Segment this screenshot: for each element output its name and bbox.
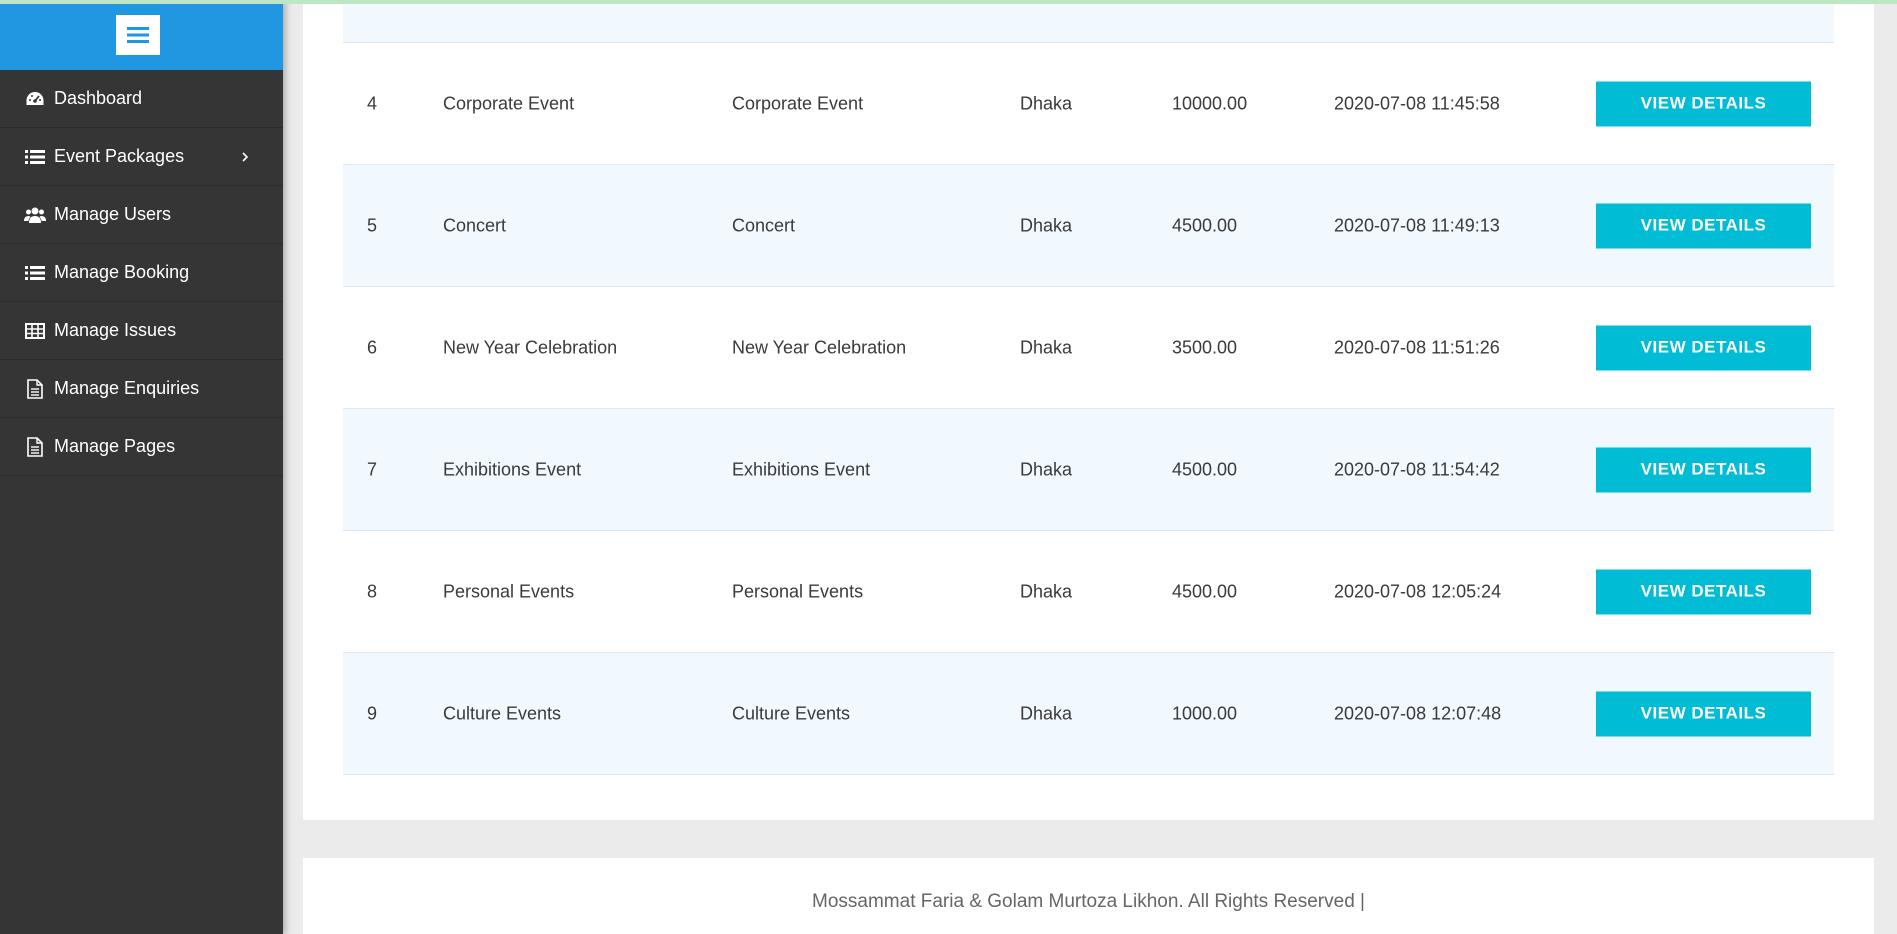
sidebar-header	[0, 0, 283, 70]
view-details-button[interactable]: VIEW DETAILS	[1596, 203, 1811, 248]
sidebar: Dashboard Event Packages Manage Users Ma…	[0, 0, 283, 934]
row-location: Dhaka	[1020, 337, 1073, 357]
hamburger-icon	[127, 27, 149, 43]
row-name: Corporate Event	[443, 93, 575, 113]
sidebar-item-manage-issues[interactable]: Manage Issues	[0, 302, 283, 360]
table-row: 8 Personal Events Personal Events Dhaka …	[343, 531, 1834, 653]
row-id: 5	[367, 215, 378, 235]
row-name: New Year Celebration	[443, 337, 618, 357]
row-description: Corporate Event	[732, 93, 864, 113]
sidebar-item-manage-pages[interactable]: Manage Pages	[0, 418, 283, 476]
packages-table: 4 Corporate Event Corporate Event Dhaka …	[343, 4, 1834, 775]
row-id: 9	[367, 703, 378, 723]
sidebar-item-label: Manage Issues	[54, 320, 177, 340]
table-row	[343, 4, 1834, 43]
row-id: 8	[367, 581, 378, 601]
footer-copyright: Mossammat Faria & Golam Murtoza Likhon. …	[812, 891, 1365, 912]
users-icon	[24, 204, 46, 226]
row-price: 4500.00	[1172, 215, 1238, 235]
row-location: Dhaka	[1020, 459, 1073, 479]
view-details-button[interactable]: VIEW DETAILS	[1596, 569, 1811, 614]
view-details-button[interactable]: VIEW DETAILS	[1596, 447, 1811, 492]
packages-panel: 4 Corporate Event Corporate Event Dhaka …	[303, 4, 1874, 820]
row-name: Exhibitions Event	[443, 459, 582, 479]
table-row: 5 Concert Concert Dhaka 4500.00 2020-07-…	[343, 165, 1834, 287]
row-price: 3500.00	[1172, 337, 1238, 357]
row-price: 1000.00	[1172, 703, 1238, 723]
row-description: New Year Celebration	[732, 337, 907, 357]
table-row: 4 Corporate Event Corporate Event Dhaka …	[343, 43, 1834, 165]
row-created: 2020-07-08 11:51:26	[1334, 337, 1500, 357]
sidebar-item-label: Manage Users	[54, 204, 172, 224]
row-description: Concert	[732, 215, 796, 235]
sidebar-item-label: Manage Booking	[54, 262, 190, 282]
row-description: Culture Events	[732, 703, 851, 723]
chevron-right-icon	[242, 151, 249, 162]
top-accent-line	[0, 0, 1897, 4]
row-created: 2020-07-08 12:05:24	[1334, 581, 1502, 601]
table-row: 6 New Year Celebration New Year Celebrat…	[343, 287, 1834, 409]
sidebar-item-manage-users[interactable]: Manage Users	[0, 186, 283, 244]
row-price: 10000.00	[1172, 93, 1248, 113]
sidebar-item-dashboard[interactable]: Dashboard	[0, 70, 283, 128]
sidebar-item-label: Event Packages	[54, 146, 185, 166]
sidebar-item-label: Manage Enquiries	[54, 378, 200, 398]
table-icon	[24, 320, 46, 342]
row-description: Personal Events	[732, 581, 864, 601]
sidebar-item-event-packages[interactable]: Event Packages	[0, 128, 283, 186]
table-row: 7 Exhibitions Event Exhibitions Event Dh…	[343, 409, 1834, 531]
menu-toggle-button[interactable]	[116, 15, 160, 55]
sidebar-item-label: Manage Pages	[54, 436, 176, 456]
row-price: 4500.00	[1172, 581, 1238, 601]
view-details-button[interactable]: VIEW DETAILS	[1596, 691, 1811, 736]
row-description: Exhibitions Event	[732, 459, 871, 479]
view-details-button[interactable]: VIEW DETAILS	[1596, 81, 1811, 126]
row-name: Concert	[443, 215, 507, 235]
row-created: 2020-07-08 11:54:42	[1334, 459, 1500, 479]
row-created: 2020-07-08 12:07:48	[1334, 703, 1502, 723]
row-location: Dhaka	[1020, 93, 1073, 113]
row-name: Culture Events	[443, 703, 562, 723]
row-name: Personal Events	[443, 581, 575, 601]
table-row: 9 Culture Events Culture Events Dhaka 10…	[343, 653, 1834, 775]
sidebar-item-manage-enquiries[interactable]: Manage Enquiries	[0, 360, 283, 418]
row-created: 2020-07-08 11:49:13	[1334, 215, 1500, 235]
page-footer: Mossammat Faria & Golam Murtoza Likhon. …	[303, 858, 1874, 934]
document-icon	[24, 436, 46, 458]
row-id: 6	[367, 337, 378, 357]
document-icon	[24, 378, 46, 400]
row-id: 4	[367, 93, 378, 113]
row-location: Dhaka	[1020, 703, 1073, 723]
row-location: Dhaka	[1020, 581, 1073, 601]
row-created: 2020-07-08 11:45:58	[1334, 93, 1500, 113]
list-icon	[24, 262, 46, 284]
list-icon	[24, 146, 46, 168]
dashboard-icon	[24, 88, 46, 110]
row-price: 4500.00	[1172, 459, 1238, 479]
sidebar-item-manage-booking[interactable]: Manage Booking	[0, 244, 283, 302]
sidebar-item-label: Dashboard	[54, 88, 143, 108]
row-id: 7	[367, 459, 378, 479]
view-details-button[interactable]: VIEW DETAILS	[1596, 325, 1811, 370]
row-location: Dhaka	[1020, 215, 1073, 235]
